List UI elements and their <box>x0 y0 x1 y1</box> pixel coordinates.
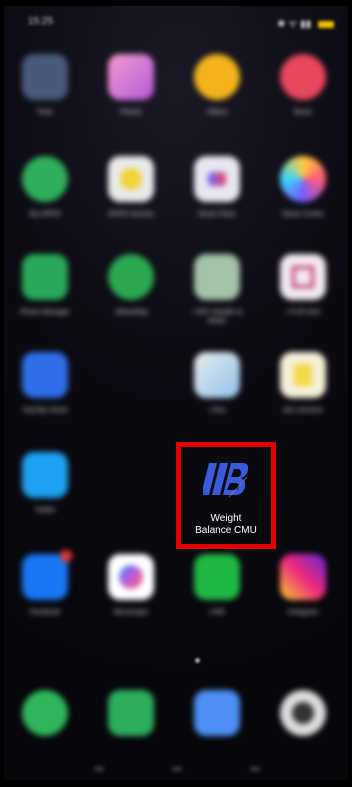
app-videos[interactable]: Videos <box>182 54 252 117</box>
app-label: Videos <box>206 109 228 116</box>
app-messenger[interactable]: Messenger <box>96 554 166 617</box>
navigation-bar <box>4 754 348 780</box>
nav-home-icon[interactable] <box>172 767 182 771</box>
app-label: Music <box>293 109 313 116</box>
music-icon <box>280 54 326 100</box>
music-party-icon <box>194 156 240 202</box>
app-label: UBoarding <box>114 309 148 316</box>
shield-icon <box>22 254 68 300</box>
weight-balance-cmu-app[interactable]: Weight Balance CMU <box>176 442 276 549</box>
dock-camera[interactable] <box>268 690 338 736</box>
app-phone-manager[interactable]: Phone Manager <box>10 254 80 317</box>
app-game-center[interactable]: Game Center <box>268 156 338 219</box>
app-label: • FLIR One <box>285 309 321 316</box>
app-music[interactable]: Music <box>268 54 338 117</box>
videos-icon <box>194 54 240 100</box>
app-label: Phone Manager <box>20 309 70 316</box>
flir-icon <box>280 254 326 300</box>
app-facebook[interactable]: Facebook <box>10 550 80 617</box>
messages-icon <box>108 690 154 736</box>
game-center-icon <box>280 156 326 202</box>
app-heytap-cloud[interactable]: HeyTap Cloud <box>10 352 80 415</box>
aiss-services-icon <box>280 352 326 398</box>
dock-messages[interactable] <box>96 690 166 736</box>
twitter-icon <box>22 452 68 498</box>
app-nfc-reader[interactable]: • NFC Reader & Writer <box>182 254 252 326</box>
facebook-icon <box>22 550 72 600</box>
app-instagram[interactable]: Instagram <box>268 554 338 617</box>
page-indicator <box>195 658 200 663</box>
weight-balance-logo-icon <box>203 463 249 498</box>
nav-back-icon[interactable] <box>94 767 104 771</box>
status-time: 15:25 <box>28 16 54 27</box>
line-icon <box>194 554 240 600</box>
app-label: Twitter <box>34 507 56 514</box>
app-my-oppo[interactable]: My OPPO <box>10 156 80 219</box>
airplane-icon <box>108 254 154 300</box>
cloud-icon <box>22 352 68 398</box>
notification-badge <box>60 550 72 562</box>
my-oppo-icon <box>22 156 68 202</box>
status-bar: 15:25 ✱ ᯤ ▮▮ <box>4 14 348 32</box>
nav-recents-icon[interactable] <box>250 767 260 771</box>
app-label: Facebook <box>29 609 61 616</box>
dock-browser[interactable] <box>182 690 252 736</box>
camera-icon <box>280 690 326 736</box>
browser-icon <box>194 690 240 736</box>
app-label: Messenger <box>113 609 149 616</box>
status-indicators: ✱ ᯤ ▮▮ <box>277 19 312 30</box>
app-twitter[interactable]: Twitter <box>10 452 80 515</box>
app-label: Tools <box>36 109 54 116</box>
app-tools[interactable]: Tools <box>10 54 80 117</box>
nfc-icon <box>194 254 240 300</box>
phone-icon <box>22 690 68 736</box>
app-label: aiss services <box>282 407 324 414</box>
app-label: • NFC Reader & Writer <box>191 309 243 325</box>
app-music-party[interactable]: Music Party <box>182 156 252 219</box>
phone-frame: 15:25 ✱ ᯤ ▮▮ Tools Photos Videos Music M… <box>0 0 352 787</box>
app-photos[interactable]: Photos <box>96 54 166 117</box>
battery-icon <box>318 20 334 28</box>
app-line[interactable]: LINE <box>182 554 252 617</box>
app-label: • Aiss <box>208 407 226 414</box>
status-icons: ✱ ᯤ ▮▮ <box>277 16 334 30</box>
oppo-service-icon <box>108 156 154 202</box>
app-aiss[interactable]: • Aiss <box>182 352 252 415</box>
dock-phone[interactable] <box>10 690 80 736</box>
instagram-icon <box>280 554 326 600</box>
app-label: My OPPO <box>29 211 61 218</box>
photos-icon <box>108 54 154 100</box>
app-uboarding[interactable]: UBoarding <box>96 254 166 317</box>
app-label: Instagram <box>287 609 319 616</box>
app-flir-one[interactable]: • FLIR One <box>268 254 338 317</box>
weight-balance-label: Weight Balance CMU <box>195 513 257 536</box>
messenger-icon <box>108 554 154 600</box>
app-label: HeyTap Cloud <box>23 407 67 414</box>
aiss-icon <box>194 352 240 398</box>
app-aiss-services[interactable]: aiss services <box>268 352 338 415</box>
app-label: LINE <box>209 609 225 616</box>
app-label: Game Center <box>281 211 325 218</box>
app-oppo-service[interactable]: OPPO Service <box>96 156 166 219</box>
app-label: Photos <box>120 109 142 116</box>
app-label: OPPO Service <box>108 211 154 218</box>
app-label: Music Party <box>198 211 236 218</box>
home-screen: 15:25 ✱ ᯤ ▮▮ Tools Photos Videos Music M… <box>4 6 348 780</box>
tools-folder-icon <box>22 54 68 100</box>
